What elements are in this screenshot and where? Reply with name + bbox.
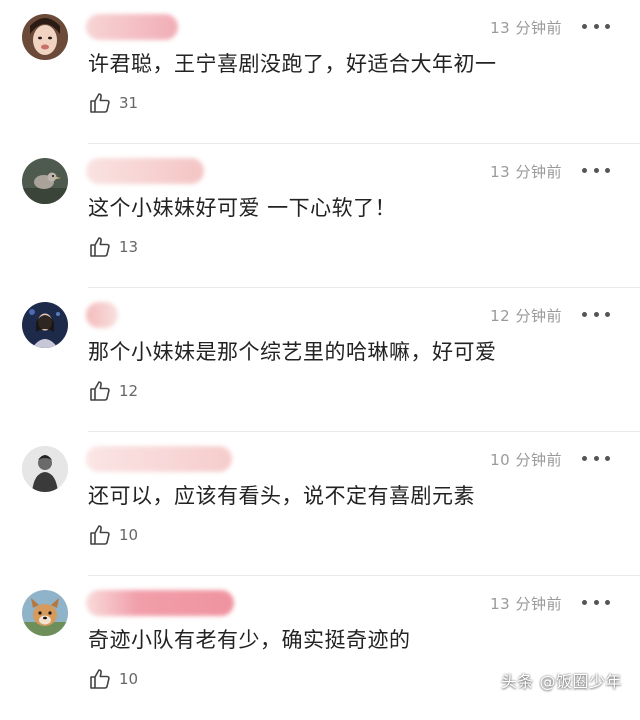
comment-item: 13 分钟前 这个小妹妹好可爱 一下心软了！ 13 xyxy=(0,144,640,288)
comment-time: 12 分钟前 xyxy=(490,307,562,325)
like-count: 12 xyxy=(119,382,139,400)
comment-text: 那个小妹妹是那个综艺里的哈琳嘛，好可爱 xyxy=(88,340,497,364)
more-options-icon[interactable] xyxy=(582,592,610,612)
username-redacted xyxy=(86,302,118,328)
avatar[interactable] xyxy=(22,302,68,348)
comment-item: 10 分钟前 还可以，应该有看头，说不定有喜剧元素 10 xyxy=(0,432,640,576)
comment-item: 13 分钟前 许君聪，王宁喜剧没跑了，好适合大年初一 31 xyxy=(0,0,640,144)
more-options-icon[interactable] xyxy=(582,160,610,180)
avatar[interactable] xyxy=(22,14,68,60)
avatar-woman-photo-icon xyxy=(22,14,68,60)
comment-text: 奇迹小队有老有少，确实挺奇迹的 xyxy=(88,628,411,652)
comment-text: 还可以，应该有看头，说不定有喜剧元素 xyxy=(88,484,475,508)
like-count: 31 xyxy=(119,94,139,112)
comment-text: 这个小妹妹好可爱 一下心软了！ xyxy=(88,196,397,220)
more-options-icon[interactable] xyxy=(582,448,610,468)
avatar-bw-person-photo-icon xyxy=(22,446,68,492)
comment-time: 13 分钟前 xyxy=(490,19,562,37)
avatar[interactable] xyxy=(22,446,68,492)
thumbs-up-icon xyxy=(90,381,110,401)
username-redacted xyxy=(86,446,232,472)
avatar[interactable] xyxy=(22,158,68,204)
avatar-bird-photo-icon xyxy=(22,158,68,204)
comment-list: 13 分钟前 许君聪，王宁喜剧没跑了，好适合大年初一 31 13 分钟前 这个小… xyxy=(0,0,640,706)
thumbs-up-icon xyxy=(90,525,110,545)
comment-time: 13 分钟前 xyxy=(490,163,562,181)
avatar-dog-photo-icon xyxy=(22,590,68,636)
comment-time: 13 分钟前 xyxy=(490,595,562,613)
watermark: 头条 @饭圈少年 xyxy=(500,672,622,691)
like-button[interactable]: 13 xyxy=(88,234,138,260)
like-button[interactable]: 10 xyxy=(88,522,138,548)
like-button[interactable]: 12 xyxy=(88,378,138,404)
like-button[interactable]: 31 xyxy=(88,90,138,116)
username-redacted xyxy=(86,14,178,40)
username-redacted xyxy=(86,590,234,616)
thumbs-up-icon xyxy=(90,669,110,689)
avatar[interactable] xyxy=(22,590,68,636)
like-count: 10 xyxy=(119,670,139,688)
like-count: 13 xyxy=(119,238,139,256)
comment-text: 许君聪，王宁喜剧没跑了，好适合大年初一 xyxy=(88,52,497,76)
like-button[interactable]: 10 xyxy=(88,666,138,692)
thumbs-up-icon xyxy=(90,237,110,257)
more-options-icon[interactable] xyxy=(582,304,610,324)
username-redacted xyxy=(86,158,204,184)
comment-item: 13 分钟前 奇迹小队有老有少，确实挺奇迹的 10 xyxy=(0,576,640,720)
like-count: 10 xyxy=(119,526,139,544)
comment-time: 10 分钟前 xyxy=(490,451,562,469)
avatar-singer-photo-icon xyxy=(22,302,68,348)
thumbs-up-icon xyxy=(90,93,110,113)
more-options-icon[interactable] xyxy=(582,16,610,36)
comment-item: 12 分钟前 那个小妹妹是那个综艺里的哈琳嘛，好可爱 12 xyxy=(0,288,640,432)
